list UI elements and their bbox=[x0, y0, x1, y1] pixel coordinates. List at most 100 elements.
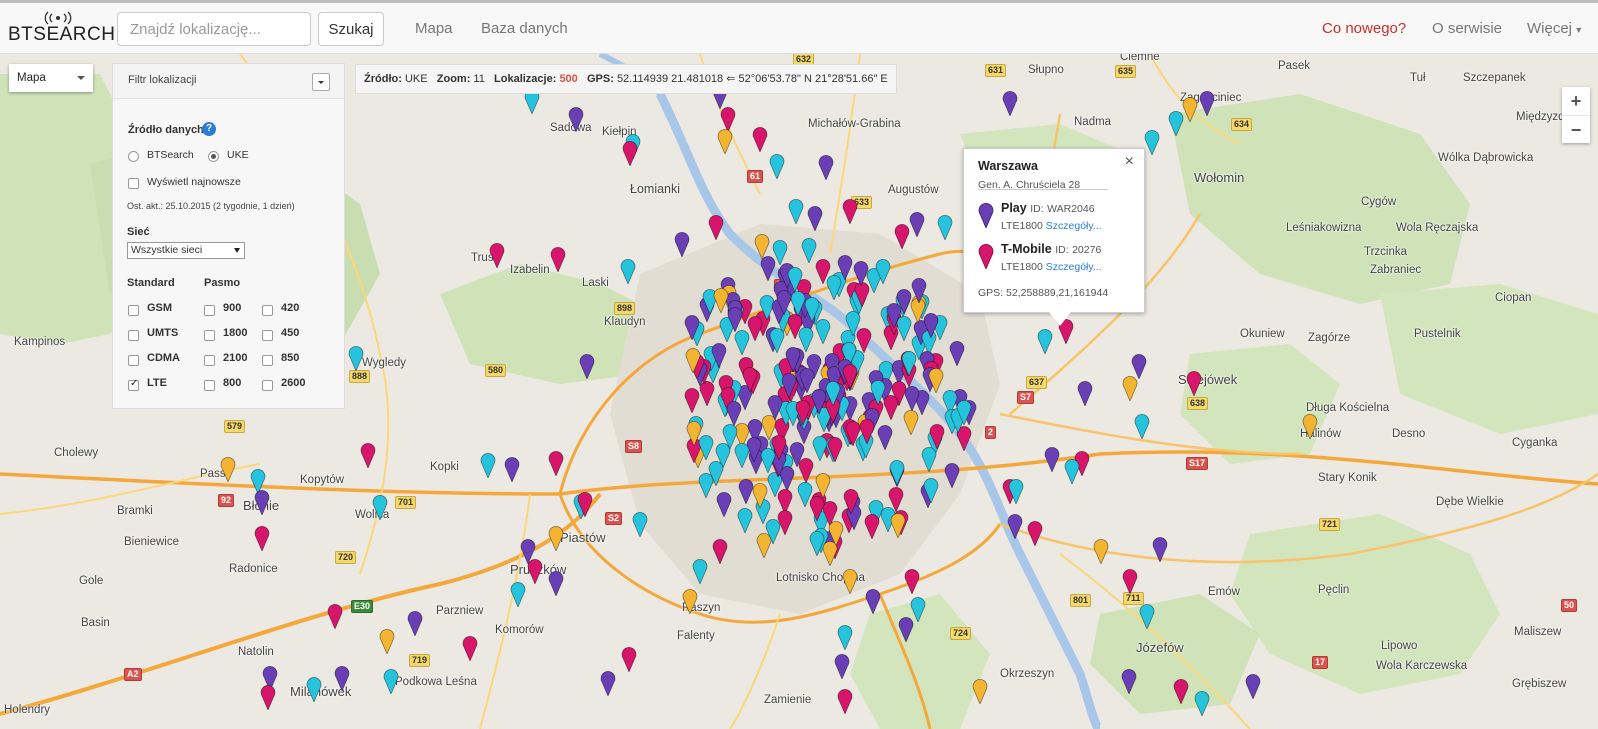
bts-marker[interactable] bbox=[1173, 678, 1189, 704]
bts-marker[interactable] bbox=[956, 399, 972, 425]
bts-marker[interactable] bbox=[815, 318, 831, 345]
bts-marker[interactable] bbox=[407, 610, 423, 636]
bts-marker[interactable] bbox=[1182, 96, 1198, 122]
bts-marker[interactable] bbox=[489, 242, 505, 268]
bts-marker[interactable] bbox=[772, 239, 788, 265]
bts-marker[interactable] bbox=[789, 441, 805, 468]
bts-marker[interactable] bbox=[752, 126, 768, 152]
bts-marker[interactable] bbox=[843, 488, 859, 515]
bts-marker[interactable] bbox=[1008, 478, 1024, 504]
close-icon[interactable]: × bbox=[1125, 153, 1134, 171]
bts-marker[interactable] bbox=[923, 312, 939, 338]
bts-marker[interactable] bbox=[742, 366, 758, 392]
bts-marker[interactable] bbox=[776, 289, 792, 315]
bts-marker[interactable] bbox=[260, 684, 276, 710]
bts-marker[interactable] bbox=[600, 670, 616, 696]
bts-marker[interactable] bbox=[864, 513, 880, 540]
bts-marker[interactable] bbox=[812, 435, 828, 462]
bts-marker[interactable] bbox=[708, 214, 724, 240]
map[interactable]: Słupno Ciemne Pasek Zagościniec Tuł Szcz… bbox=[0, 54, 1598, 729]
bts-marker[interactable] bbox=[254, 489, 270, 515]
map-type-select[interactable]: Mapa bbox=[9, 64, 93, 92]
bts-marker[interactable] bbox=[787, 313, 803, 340]
bts-marker[interactable] bbox=[327, 603, 343, 629]
bts-marker[interactable] bbox=[360, 442, 376, 468]
bts-marker[interactable] bbox=[622, 140, 638, 166]
bts-marker[interactable] bbox=[903, 409, 919, 435]
bts-marker[interactable] bbox=[797, 481, 813, 507]
bts-marker[interactable] bbox=[379, 628, 395, 654]
bts-marker[interactable] bbox=[334, 665, 350, 691]
bts-marker[interactable] bbox=[510, 581, 526, 607]
bts-marker[interactable] bbox=[834, 653, 850, 679]
bts-marker[interactable] bbox=[826, 274, 842, 300]
bts-marker[interactable] bbox=[888, 486, 904, 513]
bts-marker[interactable] bbox=[462, 635, 478, 661]
bts-marker[interactable] bbox=[944, 462, 960, 488]
bts-marker[interactable] bbox=[825, 380, 841, 407]
band-450-checkbox[interactable] bbox=[262, 330, 273, 341]
nav-database[interactable]: Baza danych bbox=[481, 20, 568, 37]
bts-marker[interactable] bbox=[1152, 536, 1168, 562]
bts-marker[interactable] bbox=[550, 246, 566, 272]
bts-marker[interactable] bbox=[837, 688, 853, 714]
bts-marker[interactable] bbox=[372, 494, 388, 520]
bts-marker[interactable] bbox=[717, 128, 733, 154]
bts-marker[interactable] bbox=[777, 509, 793, 536]
bts-marker[interactable] bbox=[1077, 380, 1093, 406]
bts-marker[interactable] bbox=[896, 315, 912, 342]
standard-umts-checkbox[interactable] bbox=[128, 330, 139, 341]
bts-marker[interactable] bbox=[684, 314, 700, 341]
radio-uke[interactable] bbox=[208, 151, 219, 162]
bts-marker[interactable] bbox=[822, 540, 838, 567]
bts-marker[interactable] bbox=[579, 353, 595, 379]
standard-lte-checkbox[interactable] bbox=[128, 378, 139, 391]
bts-marker[interactable] bbox=[1027, 520, 1043, 546]
bts-marker[interactable] bbox=[685, 347, 701, 373]
bts-marker[interactable] bbox=[921, 446, 937, 473]
search-input[interactable] bbox=[117, 12, 311, 46]
search-button[interactable]: Szukaj bbox=[318, 12, 384, 46]
bts-marker[interactable] bbox=[842, 198, 858, 224]
bts-marker[interactable] bbox=[781, 372, 797, 399]
bts-marker[interactable] bbox=[306, 676, 322, 702]
bts-marker[interactable] bbox=[901, 350, 917, 376]
bts-marker[interactable] bbox=[220, 456, 236, 482]
zoom-out-button[interactable]: − bbox=[1562, 116, 1590, 144]
bts-marker[interactable] bbox=[480, 452, 496, 478]
bts-marker[interactable] bbox=[769, 327, 785, 353]
zoom-in-button[interactable]: + bbox=[1562, 87, 1590, 116]
network-select[interactable]: Wszystkie sieci bbox=[127, 242, 245, 259]
nav-whats-new[interactable]: Co nowego? bbox=[1322, 20, 1406, 37]
bts-marker[interactable] bbox=[827, 436, 843, 462]
band-1800-checkbox[interactable] bbox=[204, 330, 215, 341]
bts-marker[interactable] bbox=[909, 211, 925, 237]
bts-marker[interactable] bbox=[621, 646, 637, 672]
bts-marker[interactable] bbox=[692, 558, 708, 584]
nav-map[interactable]: Mapa bbox=[415, 20, 453, 37]
details-link[interactable]: Szczegóły... bbox=[1046, 261, 1102, 273]
bts-marker[interactable] bbox=[923, 477, 939, 504]
bts-marker[interactable] bbox=[737, 507, 753, 533]
bts-marker[interactable] bbox=[856, 327, 872, 353]
bts-marker[interactable] bbox=[348, 345, 364, 371]
bts-marker[interactable] bbox=[883, 394, 899, 420]
radio-btsearch[interactable] bbox=[128, 151, 139, 162]
bts-marker[interactable] bbox=[548, 570, 564, 596]
details-link[interactable]: Szczegóły... bbox=[1046, 220, 1102, 232]
bts-marker[interactable] bbox=[937, 214, 953, 240]
bts-marker[interactable] bbox=[1093, 538, 1109, 564]
bts-marker[interactable] bbox=[738, 478, 754, 504]
bts-marker[interactable] bbox=[790, 290, 806, 317]
bts-marker[interactable] bbox=[795, 399, 811, 425]
bts-marker[interactable] bbox=[929, 423, 945, 450]
show-newest-checkbox[interactable] bbox=[128, 178, 139, 189]
band-2600-checkbox[interactable] bbox=[262, 380, 273, 391]
bts-marker[interactable] bbox=[577, 491, 593, 517]
bts-marker[interactable] bbox=[716, 491, 732, 517]
bts-marker[interactable] bbox=[1245, 673, 1261, 699]
bts-marker[interactable] bbox=[1002, 90, 1018, 116]
bts-marker[interactable] bbox=[845, 420, 861, 447]
bts-marker[interactable] bbox=[842, 363, 858, 390]
band-420-checkbox[interactable] bbox=[262, 305, 273, 316]
